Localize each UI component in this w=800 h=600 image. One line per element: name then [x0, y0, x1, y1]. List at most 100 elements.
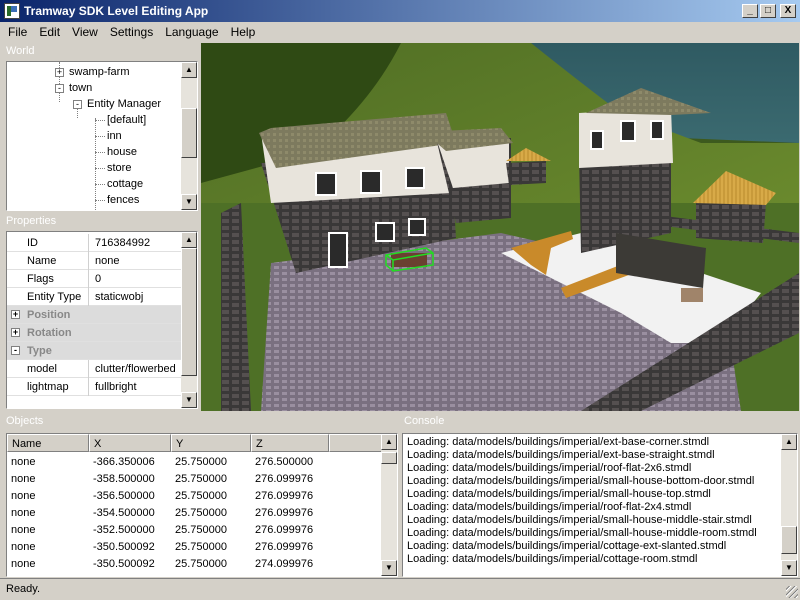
object-y: 25.750000: [175, 456, 227, 468]
scene-viewport[interactable]: [201, 43, 799, 411]
object-x: -352.500000: [93, 524, 155, 536]
object-z: 274.099976: [255, 558, 314, 570]
console-line: Loading: data/models/buildings/imperial/…: [407, 488, 711, 500]
object-x: -350.500092: [93, 541, 155, 553]
prop-value[interactable]: 716384992: [91, 234, 150, 252]
objects-table[interactable]: Name X Y Z none -366.350006 25.750000 276.5…: [6, 433, 398, 577]
objects-panel: Objects Name X Y Z none -366.350006 25.750…: [2, 413, 398, 577]
column-header-x[interactable]: X: [89, 434, 171, 452]
scroll-thumb[interactable]: [381, 452, 397, 464]
column-header-name[interactable]: Name: [7, 434, 89, 452]
maximize-button[interactable]: □: [760, 4, 776, 18]
prop-row-id[interactable]: ID 716384992: [7, 234, 181, 252]
scroll-down-icon[interactable]: ▼: [181, 194, 197, 210]
title-bar: Tramway SDK Level Editing App _ □ X: [0, 0, 800, 22]
prop-value[interactable]: fullbright: [91, 378, 137, 396]
prop-key: lightmap: [25, 378, 89, 396]
object-x: -356.500000: [93, 490, 155, 502]
object-name: none: [11, 524, 36, 536]
object-z: 276.099976: [255, 473, 314, 485]
expand-icon[interactable]: +: [11, 328, 20, 337]
object-z: 276.500000: [255, 456, 314, 468]
object-name: none: [11, 507, 36, 519]
tree-item-fences[interactable]: fences: [107, 192, 139, 208]
prop-row-lightmap[interactable]: lightmap fullbright: [7, 378, 181, 396]
close-button[interactable]: X: [780, 4, 796, 18]
scroll-down-icon[interactable]: ▼: [381, 560, 397, 576]
console-panel-title: Console: [400, 413, 798, 429]
console-line: Loading: data/models/buildings/imperial/…: [407, 449, 715, 461]
prop-row-name[interactable]: Name none: [7, 252, 181, 270]
object-y: 25.750000: [175, 541, 227, 553]
tree-expand-icon[interactable]: +: [55, 68, 64, 77]
tree-item-inn[interactable]: inn: [107, 128, 122, 144]
prop-value[interactable]: clutter/flowerbed: [91, 360, 176, 378]
table-row[interactable]: none -356.500000 25.750000 276.099976: [7, 488, 383, 505]
console-output[interactable]: Loading: data/models/buildings/imperial/…: [402, 433, 798, 577]
table-row[interactable]: none -358.500000 25.750000 276.099976: [7, 471, 383, 488]
tree-item-cottage[interactable]: cottage: [107, 176, 143, 192]
tree-item-house[interactable]: house: [107, 144, 137, 160]
scroll-up-icon[interactable]: ▲: [381, 434, 397, 450]
table-row[interactable]: none -354.500000 25.750000 276.099976: [7, 505, 383, 522]
console-scrollbar[interactable]: ▲ ▼: [781, 434, 797, 576]
table-row[interactable]: none -350.500092 25.750000 276.099976: [7, 539, 383, 556]
tree-item-store[interactable]: store: [107, 160, 131, 176]
prop-group-type[interactable]: - Type: [7, 342, 181, 360]
status-bar: Ready.: [0, 578, 800, 600]
menu-settings[interactable]: Settings: [104, 25, 159, 39]
scroll-down-icon[interactable]: ▼: [181, 392, 197, 408]
world-tree[interactable]: + swamp-farm - town - Entity Manager [de…: [6, 61, 198, 211]
scroll-thumb[interactable]: [781, 526, 797, 554]
object-z: 276.099976: [255, 541, 314, 553]
scroll-up-icon[interactable]: ▲: [181, 62, 197, 78]
menu-help[interactable]: Help: [225, 25, 262, 39]
console-line: Loading: data/models/buildings/imperial/…: [407, 475, 755, 487]
column-header-filler: [329, 434, 383, 452]
menu-file[interactable]: File: [2, 25, 33, 39]
object-name: none: [11, 456, 36, 468]
object-x: -358.500000: [93, 473, 155, 485]
menu-view[interactable]: View: [66, 25, 104, 39]
scene-render[interactable]: [201, 43, 799, 411]
scroll-thumb[interactable]: [181, 248, 197, 376]
column-header-z[interactable]: Z: [251, 434, 329, 452]
world-panel: World + swamp-farm - town - Entity Manag…: [2, 43, 198, 211]
prop-row-model[interactable]: model clutter/flowerbed: [7, 360, 181, 378]
prop-value[interactable]: 0: [91, 270, 101, 288]
scroll-up-icon[interactable]: ▲: [781, 434, 797, 450]
menu-edit[interactable]: Edit: [33, 25, 66, 39]
scroll-up-icon[interactable]: ▲: [181, 232, 197, 248]
minimize-button[interactable]: _: [742, 4, 758, 18]
tree-item-default[interactable]: [default]: [107, 112, 146, 128]
world-scrollbar[interactable]: ▲ ▼: [181, 62, 197, 210]
objects-scrollbar[interactable]: ▲ ▼: [381, 434, 397, 576]
scroll-down-icon[interactable]: ▼: [781, 560, 797, 576]
table-row[interactable]: none -350.500092 25.750000 274.099976: [7, 556, 383, 573]
tree-item-label: Entity Manager: [87, 98, 161, 110]
tree-collapse-icon[interactable]: -: [55, 84, 64, 93]
table-row[interactable]: none -352.500000 25.750000 276.099976: [7, 522, 383, 539]
prop-value[interactable]: none: [91, 252, 119, 270]
menu-language[interactable]: Language: [159, 25, 224, 39]
prop-value[interactable]: staticwobj: [91, 288, 143, 306]
properties-scrollbar[interactable]: ▲ ▼: [181, 232, 197, 408]
scroll-thumb[interactable]: [181, 108, 197, 158]
prop-group-position[interactable]: + Position: [7, 306, 181, 324]
tree-item-label: town: [69, 82, 93, 94]
expand-icon[interactable]: +: [11, 310, 20, 319]
prop-key: model: [25, 360, 89, 378]
prop-row-flags[interactable]: Flags 0: [7, 270, 181, 288]
prop-group-label: Position: [27, 309, 71, 321]
prop-group-rotation[interactable]: + Rotation: [7, 324, 181, 342]
table-row[interactable]: none -366.350006 25.750000 276.500000: [7, 454, 383, 471]
properties-grid[interactable]: ID 716384992 Name none Flags 0 Entity Ty…: [6, 231, 198, 409]
column-header-y[interactable]: Y: [171, 434, 251, 452]
object-name: none: [11, 558, 36, 570]
tree-collapse-icon[interactable]: -: [73, 100, 82, 109]
resize-grip-icon[interactable]: [786, 586, 798, 598]
prop-group-label: Rotation: [27, 327, 72, 339]
collapse-icon[interactable]: -: [11, 346, 20, 355]
prop-row-entity-type[interactable]: Entity Type staticwobj: [7, 288, 181, 306]
world-panel-title: World: [2, 43, 198, 59]
